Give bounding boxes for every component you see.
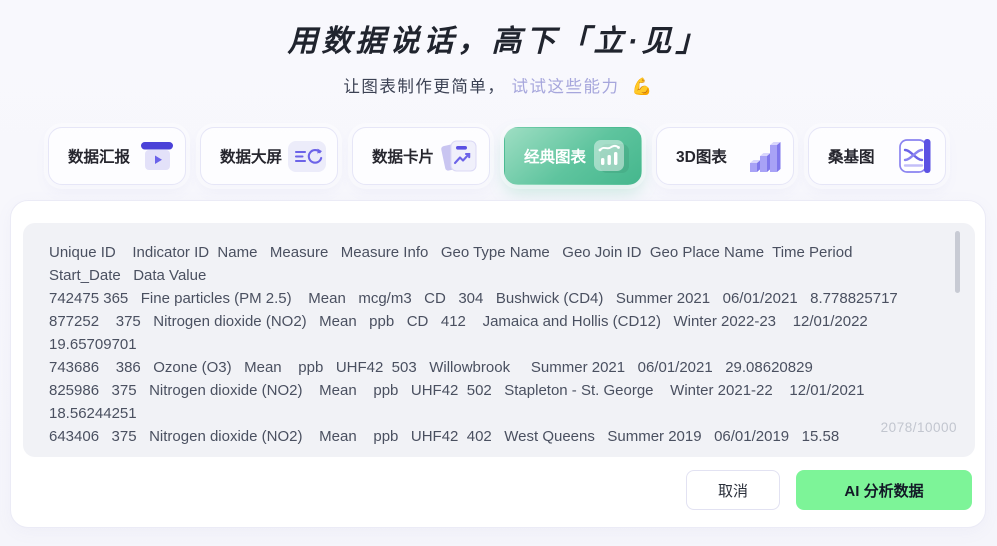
data-line: 877252 375 Nitrogen dioxide (NO2) Mean p… (49, 313, 868, 330)
data-line: 742475 365 Fine particles (PM 2.5) Mean … (49, 290, 898, 307)
classic-chart-icon (594, 140, 629, 173)
tab-label: 数据汇报 (68, 149, 131, 166)
tab-label: 数据大屏 (220, 149, 283, 166)
tab-data-dashboard[interactable]: 数据大屏 (200, 127, 338, 185)
cancel-button[interactable]: 取消 (686, 470, 780, 510)
bars-3d-icon (750, 142, 781, 172)
data-line: Start_Date Data Value (49, 267, 207, 284)
data-line: 743686 386 Ozone (O3) Mean ppb UHF42 503… (49, 359, 813, 376)
ai-analyze-button[interactable]: AI 分析数据 (796, 470, 972, 510)
subtitle-highlight-text: 试试这些能力 (511, 78, 620, 96)
subtitle-text: 让图表制作更简单， (343, 78, 506, 96)
tab-label: 数据卡片 (372, 149, 435, 166)
data-line: 643406 375 Nitrogen dioxide (NO2) Mean p… (49, 428, 840, 445)
page-subtitle: 让图表制作更简单， 试试这些能力 💪 (0, 73, 997, 97)
card-chart-icon (441, 140, 477, 172)
data-line: 825986 375 Nitrogen dioxide (NO2) Mean p… (49, 382, 865, 399)
tab-label: 桑基图 (828, 149, 875, 166)
action-buttons: 取消 AI 分析数据 (686, 470, 972, 510)
data-line: 19.65709701 (49, 336, 137, 353)
tab-3d-charts[interactable]: 3D图表 (656, 127, 794, 185)
data-input-textarea[interactable]: Unique ID Indicator ID Name Measure Meas… (23, 223, 975, 457)
data-line: 18.56244251 (49, 405, 137, 422)
dashboard-refresh-icon (288, 141, 326, 172)
char-counter: 2078/10000 (880, 420, 957, 435)
tab-label: 3D图表 (676, 149, 727, 166)
data-line: Unique ID Indicator ID Name Measure Meas… (49, 244, 853, 261)
muscle-emoji: 💪 (631, 78, 654, 96)
textarea-scrollbar[interactable] (955, 231, 960, 293)
tab-data-report[interactable]: 数据汇报 (48, 127, 186, 185)
capability-tabs: 数据汇报 数据大屏 数据卡片 经典图表 3D图表 桑基图 (48, 127, 946, 185)
data-input-panel: Unique ID Indicator ID Name Measure Meas… (10, 200, 986, 528)
tab-sankey[interactable]: 桑基图 (808, 127, 946, 185)
sankey-icon (899, 139, 931, 173)
page-title: 用数据说话，高下「立·见」 (287, 25, 710, 58)
presentation-icon (141, 142, 173, 170)
tab-data-card[interactable]: 数据卡片 (352, 127, 490, 185)
tab-label: 经典图表 (524, 149, 587, 166)
tab-classic-charts[interactable]: 经典图表 (504, 127, 642, 185)
